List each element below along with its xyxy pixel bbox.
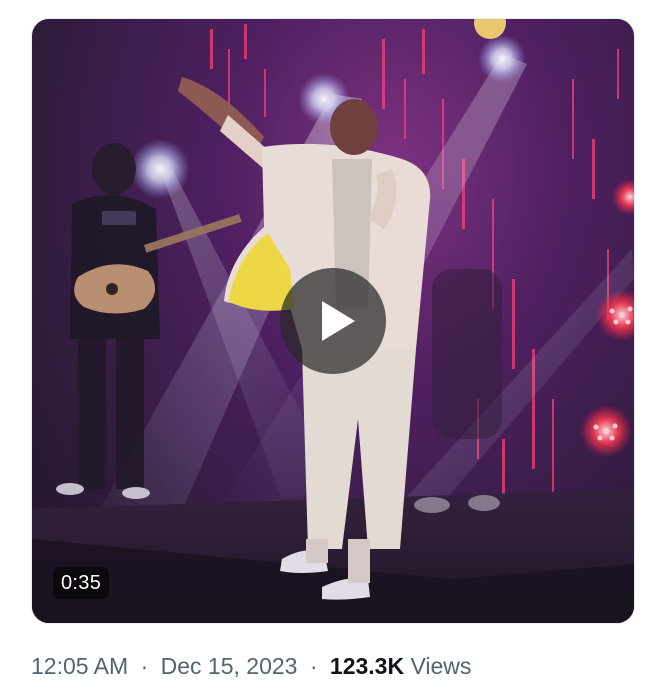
video-player[interactable]: 0:35 (31, 18, 635, 624)
play-button[interactable] (280, 268, 386, 374)
tweet-time-link[interactable]: 12:05 AM · Dec 15, 2023 (31, 653, 304, 679)
views-count: 123.3K (329, 653, 405, 679)
views-label: Views (410, 653, 472, 679)
views-link[interactable]: 123.3K Views (330, 653, 472, 679)
separator-dot: · (140, 653, 149, 679)
tweet-metadata: 12:05 AM · Dec 15, 2023 · 123.3K Views (31, 651, 471, 681)
tweet-time: 12:05 AM (31, 653, 129, 679)
separator-dot: · (309, 653, 318, 679)
tweet-date: Dec 15, 2023 (160, 653, 298, 679)
video-duration-badge: 0:35 (53, 567, 110, 599)
play-icon (322, 301, 355, 341)
tweet: 0:35 12:05 AM · Dec 15, 2023 · 123.3K Vi… (0, 0, 665, 682)
